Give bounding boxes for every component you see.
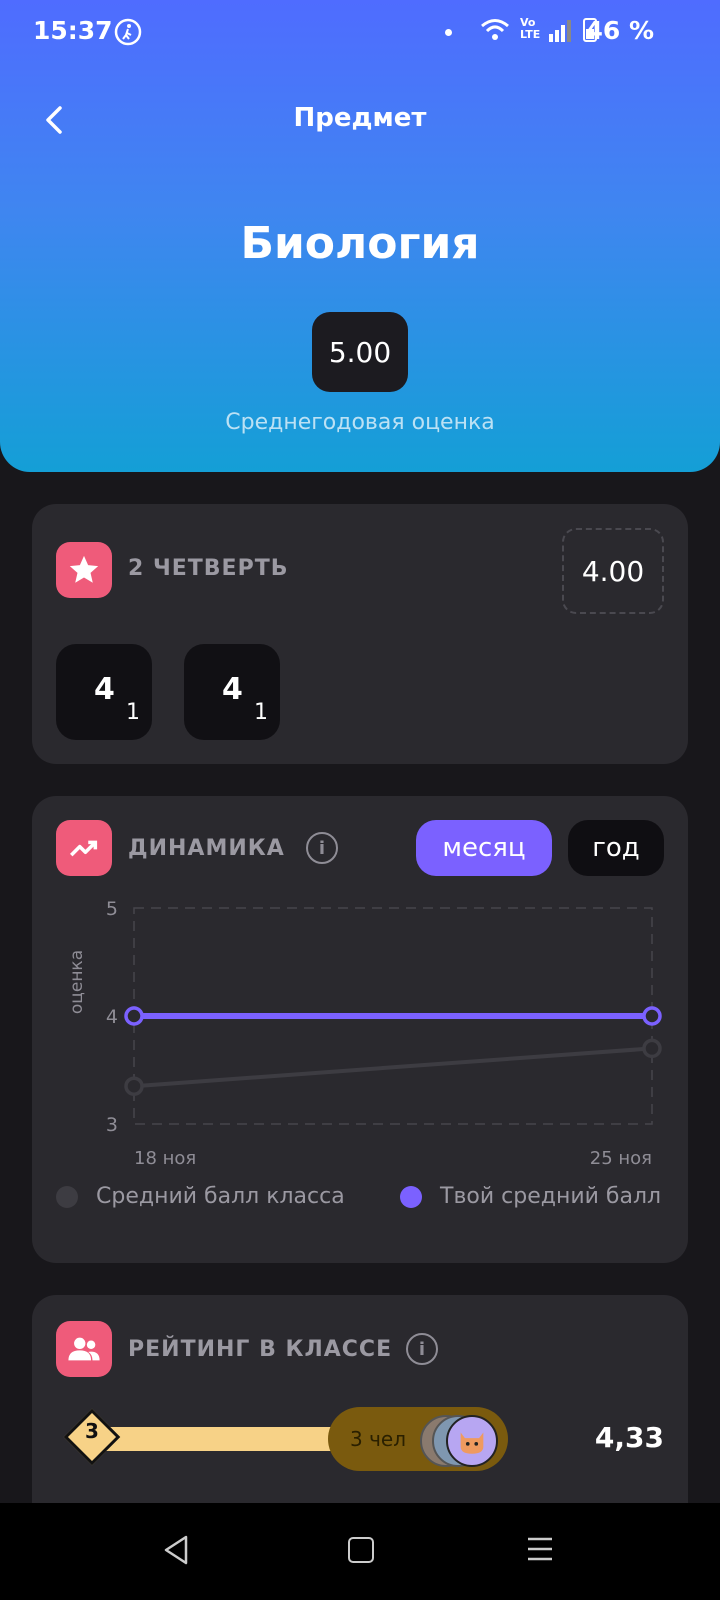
quarter-average: 4.00 [562, 528, 664, 614]
info-icon[interactable]: i [306, 832, 338, 864]
x-tick-label: 18 ноя [134, 1148, 196, 1169]
notification-dot-icon [445, 29, 452, 36]
tab-month[interactable]: месяц [416, 820, 552, 876]
quarter-card: 2 ЧЕТВЕРТЬ 4.00 4 1 4 1 [32, 504, 688, 764]
system-nav-bar [0, 1503, 720, 1600]
legend-mine: Твой средний балл [400, 1184, 661, 1209]
year-average-badge: 5.00 [312, 312, 408, 392]
triangle-back-icon [164, 1535, 188, 1565]
tab-year[interactable]: год [568, 820, 664, 876]
legend-mine-marker [400, 1185, 422, 1208]
y-tick-label: 3 [106, 1114, 118, 1136]
menu-lines-icon [528, 1537, 552, 1561]
nav-home-button[interactable] [348, 1537, 374, 1563]
grade-item[interactable]: 4 1 [56, 644, 152, 740]
info-icon[interactable]: i [406, 1333, 438, 1365]
legend-class: Средний балл класса [56, 1184, 345, 1209]
star-icon [56, 542, 112, 598]
subject-name: Биология [240, 218, 480, 269]
status-time: 15:37 [33, 16, 113, 45]
grade-value: 4 [222, 672, 243, 707]
classmates-pill[interactable]: 3 чел [328, 1407, 508, 1471]
nav-recents-button[interactable] [527, 1536, 553, 1566]
quarter-title: 2 ЧЕТВЕРТЬ [128, 556, 289, 581]
data-point [642, 1038, 662, 1059]
cat-avatar-icon [446, 1415, 498, 1467]
page-title: Предмет [293, 103, 427, 133]
legend-class-marker [56, 1185, 78, 1208]
legend-mine-label: Твой средний балл [440, 1184, 662, 1209]
data-point [124, 1006, 144, 1026]
grade-value: 4 [94, 672, 115, 707]
place-number: 3 [85, 1419, 99, 1443]
rating-title: РЕЙТИНГ В КЛАССЕ [128, 1337, 393, 1362]
grade-item[interactable]: 4 1 [184, 644, 280, 740]
data-point [124, 1076, 144, 1096]
classmates-count: 3 чел [350, 1427, 406, 1451]
y-tick-label: 5 [106, 898, 118, 920]
dynamics-title: ДИНАМИКА [128, 836, 285, 861]
nav-back-button[interactable] [160, 1533, 194, 1571]
battery-level: 46 % [585, 16, 654, 45]
wifi-icon [480, 18, 510, 46]
y-axis-label: оценка [67, 950, 87, 1014]
data-point [642, 1006, 662, 1026]
grade-weight: 1 [126, 700, 140, 725]
legend-class-label: Средний балл класса [96, 1184, 345, 1209]
x-tick-label: 25 ноя [590, 1148, 652, 1169]
walking-icon [114, 18, 142, 50]
rating-score: 4,33 [594, 1421, 664, 1454]
rating-card: РЕЙТИНГ В КЛАССЕ i 3 3 чел 4,33 [32, 1295, 688, 1525]
year-average-label: Среднегодовая оценка [225, 410, 495, 435]
y-tick-label: 4 [106, 1006, 118, 1028]
signal-icon [548, 20, 572, 46]
users-icon [56, 1321, 112, 1377]
series-line [133, 1046, 653, 1089]
dynamics-chart: оценка 5 4 3 18 ноя 25 ноя [67, 898, 662, 1169]
dynamics-card: ДИНАМИКА i месяц год оценка 5 4 3 18 ноя 25 … [32, 796, 688, 1263]
volte-icon: Vo LTE [520, 16, 541, 41]
trending-up-icon [56, 820, 112, 876]
grade-weight: 1 [254, 700, 268, 725]
